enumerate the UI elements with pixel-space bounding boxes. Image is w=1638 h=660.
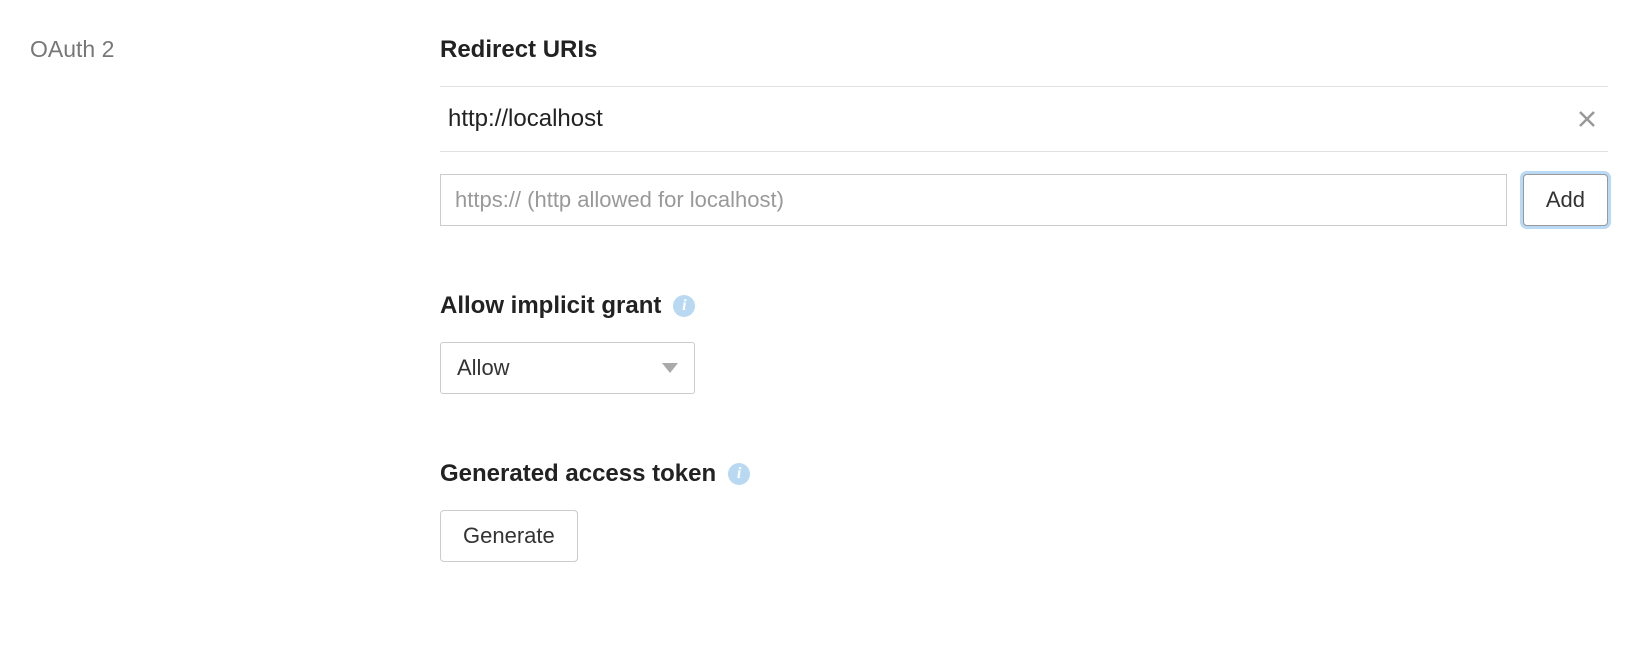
access-token-section: Generated access token i Generate (440, 460, 1608, 562)
add-uri-row: Add (440, 174, 1608, 226)
info-icon[interactable]: i (673, 295, 695, 317)
implicit-grant-section: Allow implicit grant i Allow (440, 292, 1608, 394)
implicit-grant-heading: Allow implicit grant (440, 292, 661, 320)
redirect-uri-input[interactable] (440, 174, 1507, 226)
sidebar-oauth-label: OAuth 2 (30, 36, 440, 63)
remove-uri-icon[interactable] (1574, 106, 1600, 132)
redirect-uri-list: http://localhost (440, 86, 1608, 152)
implicit-grant-select[interactable]: Allow (440, 342, 695, 394)
redirect-uris-section: Redirect URIs http://localhost Add (440, 36, 1608, 226)
redirect-uri-value: http://localhost (448, 105, 603, 133)
redirect-uris-heading: Redirect URIs (440, 36, 1608, 64)
info-icon[interactable]: i (728, 463, 750, 485)
implicit-grant-value: Allow (457, 355, 510, 381)
generate-token-button[interactable]: Generate (440, 510, 578, 562)
access-token-heading: Generated access token (440, 460, 716, 488)
chevron-down-icon (662, 363, 678, 373)
redirect-uri-row: http://localhost (440, 87, 1608, 152)
add-uri-button[interactable]: Add (1523, 174, 1608, 226)
